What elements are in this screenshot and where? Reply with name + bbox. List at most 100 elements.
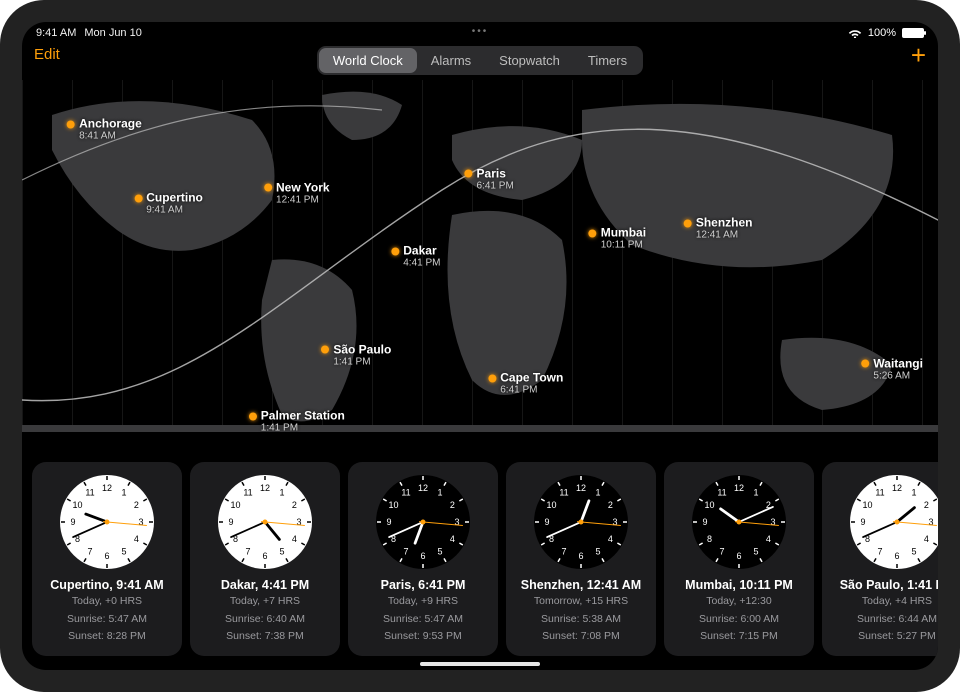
analog-clock-face: 121234567891011 bbox=[691, 474, 787, 570]
city-pin-new-york[interactable]: New York12:41 PM bbox=[264, 180, 330, 205]
clock-sunset: Sunset: 7:38 PM bbox=[198, 629, 332, 644]
city-pin-mumbai[interactable]: Mumbai10:11 PM bbox=[589, 226, 646, 251]
svg-text:5: 5 bbox=[279, 547, 284, 557]
home-indicator[interactable] bbox=[420, 662, 540, 666]
pin-dot-icon bbox=[684, 219, 692, 227]
svg-text:10: 10 bbox=[389, 500, 399, 510]
clock-card-mumbai[interactable]: 121234567891011 Mumbai, 10:11 PM Today, +… bbox=[664, 462, 814, 656]
device-frame: ••• 9:41 AM Mon Jun 10 100% Edit World C… bbox=[0, 0, 960, 692]
clock-title: Dakar, 4:41 PM bbox=[198, 578, 332, 592]
clock-sunset: Sunset: 7:15 PM bbox=[672, 629, 806, 644]
analog-clock-face: 121234567891011 bbox=[849, 474, 938, 570]
clock-card-cupertino[interactable]: 121234567891011 Cupertino, 9:41 AMToday,… bbox=[32, 462, 182, 656]
pin-city-name: Anchorage bbox=[79, 117, 142, 131]
pin-city-time: 12:41 AM bbox=[696, 229, 753, 240]
city-pin-shenzhen[interactable]: Shenzhen12:41 AM bbox=[684, 215, 753, 240]
svg-text:4: 4 bbox=[924, 534, 929, 544]
add-clock-button[interactable]: + bbox=[911, 42, 926, 68]
clock-card-shenzhen[interactable]: 121234567891011 Shenzhen, 12:41 AMTomorr… bbox=[506, 462, 656, 656]
city-pin-anchorage[interactable]: Anchorage8:41 AM bbox=[67, 117, 142, 142]
clock-offset: Today, +4 HRS bbox=[830, 594, 938, 609]
clock-sunset: Sunset: 7:08 PM bbox=[514, 629, 648, 644]
svg-text:7: 7 bbox=[87, 547, 92, 557]
analog-clock-face: 121234567891011 bbox=[217, 474, 313, 570]
nav-header: Edit World ClockAlarmsStopwatchTimers + bbox=[22, 44, 938, 76]
clock-title: Paris, 6:41 PM bbox=[356, 578, 490, 592]
pin-dot-icon bbox=[321, 346, 329, 354]
clock-sunrise: Sunrise: 5:47 AM bbox=[40, 612, 174, 627]
svg-text:12: 12 bbox=[418, 483, 428, 493]
pin-city-time: 12:41 PM bbox=[276, 194, 330, 205]
clock-sunrise: Sunrise: 6:00 AM bbox=[672, 612, 806, 627]
clock-cards-scroller[interactable]: 121234567891011 Cupertino, 9:41 AM Today,… bbox=[28, 462, 938, 656]
pin-city-time: 5:26 AM bbox=[873, 370, 923, 381]
city-pin-palmer-station[interactable]: Palmer Station1:41 PM bbox=[249, 409, 345, 432]
clock-sunset: Sunset: 8:28 PM bbox=[40, 629, 174, 644]
status-date: Mon Jun 10 bbox=[84, 27, 141, 39]
tab-timers[interactable]: Timers bbox=[574, 48, 641, 73]
analog-clock-face: 121234567891011 bbox=[59, 474, 155, 570]
svg-text:11: 11 bbox=[559, 488, 568, 498]
clock-offset: Today, +12:30 bbox=[672, 594, 806, 609]
world-map-svg bbox=[22, 80, 938, 432]
analog-clock-face: 121234567891011 bbox=[533, 474, 629, 570]
tab-stopwatch[interactable]: Stopwatch bbox=[485, 48, 574, 73]
svg-text:11: 11 bbox=[875, 488, 884, 498]
pin-city-time: 6:41 PM bbox=[500, 384, 563, 395]
svg-text:10: 10 bbox=[863, 500, 873, 510]
pin-city-time: 4:41 PM bbox=[403, 258, 440, 269]
wifi-icon bbox=[848, 28, 862, 38]
city-pin-cupertino[interactable]: Cupertino9:41 AM bbox=[134, 191, 203, 216]
world-map[interactable]: Anchorage8:41 AM Cupertino9:41 AM New York… bbox=[22, 80, 938, 432]
pin-city-time: 8:41 AM bbox=[79, 131, 142, 142]
clock-sunset: Sunset: 9:53 PM bbox=[356, 629, 490, 644]
svg-text:10: 10 bbox=[231, 500, 241, 510]
city-pin-cape-town[interactable]: Cape Town6:41 PM bbox=[488, 370, 563, 395]
svg-text:12: 12 bbox=[892, 483, 902, 493]
svg-text:9: 9 bbox=[70, 517, 75, 527]
pin-dot-icon bbox=[249, 413, 257, 421]
svg-text:4: 4 bbox=[450, 534, 455, 544]
city-pin-waitangi[interactable]: Waitangi5:26 AM bbox=[861, 356, 923, 381]
clock-title: São Paulo, 1:41 PM bbox=[830, 578, 938, 592]
svg-text:12: 12 bbox=[260, 483, 270, 493]
svg-text:5: 5 bbox=[121, 547, 126, 557]
clock-title: Mumbai, 10:11 PM bbox=[672, 578, 806, 592]
clock-title: Cupertino, 9:41 AM bbox=[40, 578, 174, 592]
pin-city-name: Cape Town bbox=[500, 370, 563, 384]
svg-text:9: 9 bbox=[860, 517, 865, 527]
pin-city-time: 6:41 PM bbox=[477, 180, 514, 191]
clock-card-paris[interactable]: 121234567891011 Paris, 6:41 PM Today, +9 … bbox=[348, 462, 498, 656]
svg-text:1: 1 bbox=[121, 488, 126, 498]
clock-sunrise: Sunrise: 6:44 AM bbox=[830, 612, 938, 627]
city-pin-s-o-paulo[interactable]: São Paulo1:41 PM bbox=[321, 342, 391, 367]
analog-clock-face: 121234567891011 bbox=[375, 474, 471, 570]
tab-world-clock[interactable]: World Clock bbox=[319, 48, 417, 73]
clock-sunrise: Sunrise: 5:38 AM bbox=[514, 612, 648, 627]
svg-text:1: 1 bbox=[595, 488, 600, 498]
pin-dot-icon bbox=[134, 195, 142, 203]
edit-button[interactable]: Edit bbox=[34, 46, 60, 63]
pin-dot-icon bbox=[391, 247, 399, 255]
svg-text:9: 9 bbox=[228, 517, 233, 527]
pin-city-name: Shenzhen bbox=[696, 215, 753, 229]
city-pin-paris[interactable]: Paris6:41 PM bbox=[465, 166, 514, 191]
tab-alarms[interactable]: Alarms bbox=[417, 48, 485, 73]
svg-text:11: 11 bbox=[401, 488, 410, 498]
status-bar: 9:41 AM Mon Jun 10 100% bbox=[22, 22, 938, 42]
pin-dot-icon bbox=[465, 170, 473, 178]
pin-dot-icon bbox=[67, 121, 75, 129]
svg-text:6: 6 bbox=[578, 551, 583, 561]
svg-text:2: 2 bbox=[608, 500, 613, 510]
svg-text:2: 2 bbox=[924, 500, 929, 510]
clock-card-s-o-paulo[interactable]: 121234567891011 São Paulo, 1:41 PMToday,… bbox=[822, 462, 938, 656]
city-pin-dakar[interactable]: Dakar4:41 PM bbox=[391, 244, 440, 269]
battery-icon bbox=[902, 28, 924, 38]
pin-city-time: 10:11 PM bbox=[601, 240, 646, 251]
svg-text:6: 6 bbox=[262, 551, 267, 561]
svg-text:1: 1 bbox=[279, 488, 284, 498]
clock-offset: Today, +9 HRS bbox=[356, 594, 490, 609]
svg-text:4: 4 bbox=[292, 534, 297, 544]
clock-card-dakar[interactable]: 121234567891011 Dakar, 4:41 PMToday, +7 … bbox=[190, 462, 340, 656]
pin-city-time: 9:41 AM bbox=[146, 205, 203, 216]
